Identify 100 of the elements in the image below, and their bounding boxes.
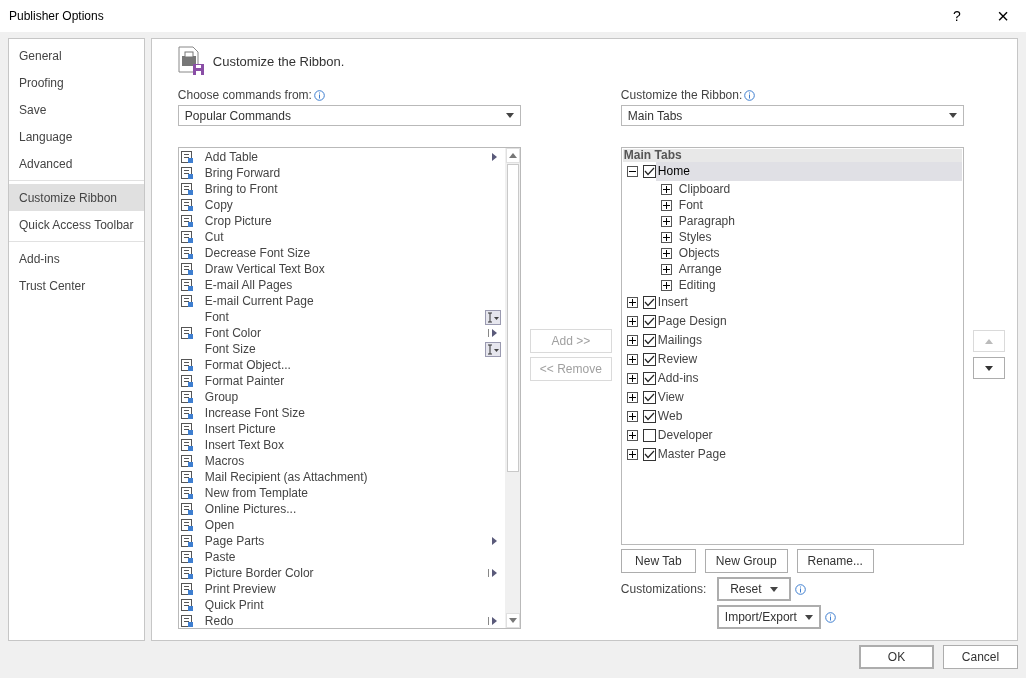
command-item[interactable]: Open	[178, 517, 505, 533]
command-item[interactable]: Font Size	[178, 341, 505, 357]
command-item[interactable]: Print Preview	[178, 581, 505, 597]
sidebar-item[interactable]: Customize Ribbon	[9, 184, 144, 211]
command-item[interactable]: Font Color	[178, 325, 505, 341]
sidebar-item[interactable]: Quick Access Toolbar	[9, 211, 144, 238]
ribbon-dropdown[interactable]: Main Tabs	[620, 105, 964, 126]
command-item[interactable]: Add Table	[178, 149, 505, 165]
command-item[interactable]: Font	[178, 309, 505, 325]
expand-icon[interactable]	[626, 316, 638, 327]
tree-item[interactable]: Editing	[676, 277, 962, 293]
command-item[interactable]: Increase Font Size	[178, 405, 505, 421]
sidebar-item[interactable]: Proofing	[9, 69, 144, 96]
tree-item[interactable]: Master Page	[655, 445, 962, 464]
command-item[interactable]: E-mail Current Page	[178, 293, 505, 309]
command-item[interactable]: Format Object...	[178, 357, 505, 373]
expand-icon[interactable]	[660, 263, 672, 275]
command-item[interactable]: Page Parts	[178, 533, 505, 549]
command-item[interactable]: Online Pictures...	[178, 501, 505, 517]
tree-item[interactable]: Home	[655, 162, 962, 181]
tree-item[interactable]: Objects	[676, 245, 962, 261]
checkbox[interactable]	[642, 296, 656, 309]
checkbox[interactable]	[642, 391, 656, 404]
checkbox[interactable]	[642, 165, 656, 178]
command-item[interactable]: Cut	[178, 229, 505, 245]
tree-item[interactable]: Insert	[655, 293, 962, 312]
command-icon	[179, 214, 194, 228]
reset-button[interactable]: Reset	[716, 577, 791, 601]
close-button[interactable]: ×	[980, 0, 1026, 32]
sidebar-item[interactable]: Add-ins	[9, 245, 144, 272]
command-item[interactable]: Insert Picture	[178, 421, 505, 437]
checkbox[interactable]	[642, 315, 656, 328]
cancel-button[interactable]: Cancel	[943, 645, 1018, 669]
tree-item[interactable]: View	[655, 388, 962, 407]
sidebar-item[interactable]: Trust Center	[9, 272, 144, 299]
expand-icon[interactable]	[660, 231, 672, 243]
commands-dropdown[interactable]: Popular Commands	[177, 105, 521, 126]
command-item[interactable]: Picture Border Color	[178, 565, 505, 581]
command-item[interactable]: Macros	[178, 453, 505, 469]
expand-icon[interactable]	[626, 430, 638, 441]
command-item[interactable]: Draw Vertical Text Box	[178, 261, 505, 277]
expand-icon[interactable]	[626, 449, 638, 460]
expand-icon[interactable]	[626, 411, 638, 422]
collapse-icon[interactable]	[626, 166, 638, 177]
command-item[interactable]: Copy	[178, 197, 505, 213]
tree-item[interactable]: Page Design	[655, 312, 962, 331]
tree-item[interactable]: Mailings	[655, 331, 962, 350]
tree-item[interactable]: Add-ins	[655, 369, 962, 388]
checkbox[interactable]	[642, 429, 656, 442]
sidebar-item[interactable]: General	[9, 42, 144, 69]
checkbox[interactable]	[642, 334, 656, 347]
checkbox[interactable]	[642, 353, 656, 366]
sidebar-item[interactable]: Advanced	[9, 150, 144, 177]
import-export-button[interactable]: Import/Export	[716, 605, 821, 629]
command-item[interactable]: Quick Print	[178, 597, 505, 613]
checkbox[interactable]	[642, 448, 656, 461]
expand-icon[interactable]	[660, 215, 672, 227]
expand-icon[interactable]	[626, 297, 638, 308]
command-icon	[179, 262, 194, 276]
move-down-button[interactable]	[972, 357, 1005, 379]
expand-icon[interactable]	[626, 392, 638, 403]
command-item[interactable]: Crop Picture	[178, 213, 505, 229]
help-button[interactable]: ?	[934, 0, 980, 32]
command-item[interactable]: Paste	[178, 549, 505, 565]
command-item[interactable]: Redo	[178, 613, 505, 629]
scrollbar[interactable]	[504, 148, 520, 628]
command-item[interactable]: Bring to Front	[178, 181, 505, 197]
checkbox[interactable]	[642, 372, 656, 385]
expand-icon[interactable]	[660, 199, 672, 211]
sidebar-item[interactable]: Language	[9, 123, 144, 150]
command-item[interactable]: Bring Forward	[178, 165, 505, 181]
tree-item[interactable]: Paragraph	[676, 213, 962, 229]
tree-item[interactable]: Web	[655, 407, 962, 426]
tree-item[interactable]: Styles	[676, 229, 962, 245]
expand-icon[interactable]	[626, 335, 638, 346]
tree-action-button[interactable]: New Tab	[620, 549, 696, 573]
tree-action-button[interactable]: Rename...	[796, 549, 874, 573]
tree-action-button[interactable]: New Group	[704, 549, 788, 573]
sidebar-item[interactable]: Save	[9, 96, 144, 123]
command-item[interactable]: Group	[178, 389, 505, 405]
info-icon	[794, 583, 806, 595]
expand-icon[interactable]	[626, 354, 638, 365]
command-item[interactable]: Decrease Font Size	[178, 245, 505, 261]
command-item[interactable]: Insert Text Box	[178, 437, 505, 453]
ok-button[interactable]: OK	[859, 645, 934, 669]
expand-icon[interactable]	[660, 247, 672, 259]
tree-item[interactable]: Arrange	[676, 261, 962, 277]
tree-item[interactable]: Review	[655, 350, 962, 369]
command-item[interactable]: E-mail All Pages	[178, 277, 505, 293]
expand-icon[interactable]	[660, 279, 672, 291]
command-item[interactable]: Mail Recipient (as Attachment)	[178, 469, 505, 485]
tree-item[interactable]: Developer	[655, 426, 962, 445]
tree-item[interactable]: Clipboard	[676, 181, 962, 197]
checkbox[interactable]	[642, 410, 656, 423]
expand-icon[interactable]	[626, 373, 638, 384]
tree-item[interactable]: Font	[676, 197, 962, 213]
expand-icon[interactable]	[660, 183, 672, 195]
command-item[interactable]: New from Template	[178, 485, 505, 501]
submenu-arrow-icon	[491, 569, 497, 577]
command-item[interactable]: Format Painter	[178, 373, 505, 389]
